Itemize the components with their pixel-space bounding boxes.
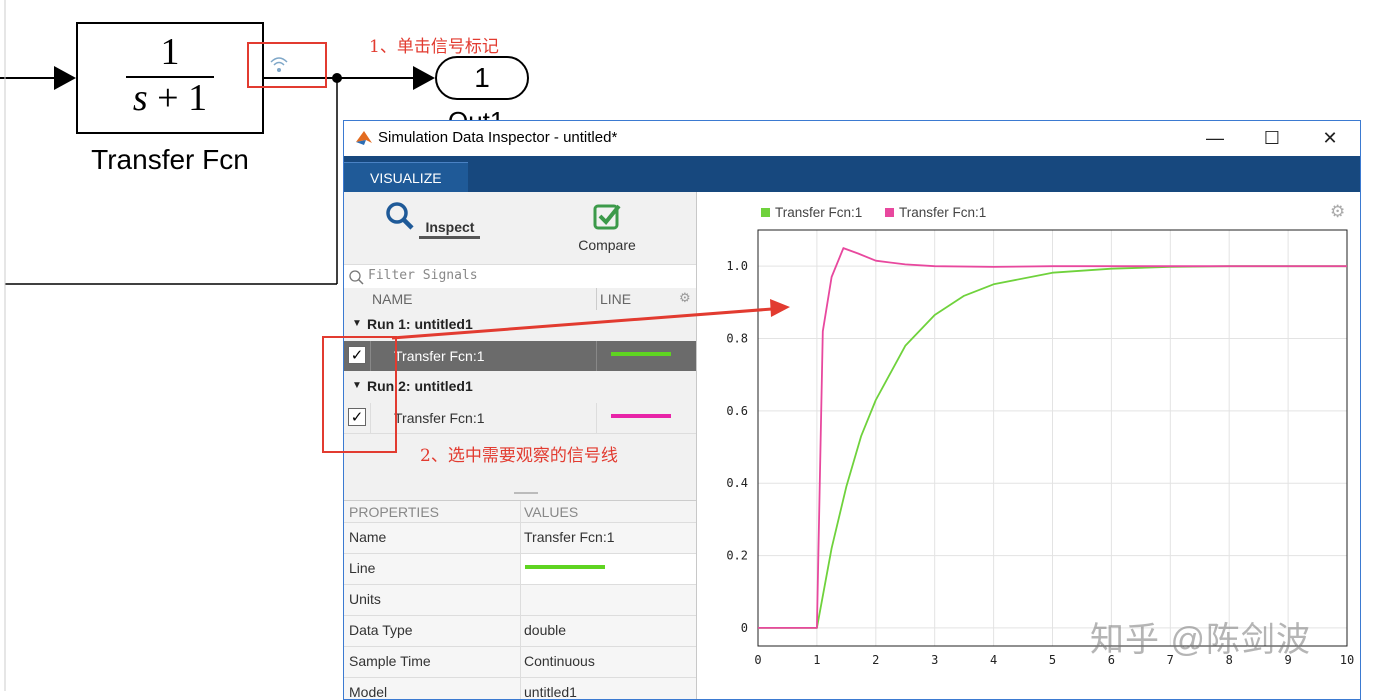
filter-placeholder: Filter Signals [368,268,478,283]
y-tick-label: 1.0 [726,259,748,273]
transfer-fcn-label: Transfer Fcn [91,144,249,175]
x-tick-label: 5 [1049,653,1056,667]
property-key: Line [349,560,376,576]
property-value: double [524,622,567,638]
col-line-header: LINE [600,291,632,307]
legend-label: Transfer Fcn:1 [775,205,862,220]
y-tick-label: 0.4 [726,476,748,490]
line-swatch-green [525,565,605,569]
signal-name: Transfer Fcn:1 [394,348,485,364]
properties-header: PROPERTIES VALUES [344,500,696,523]
col-name-header: NAME [372,291,413,307]
property-value: untitled1 [524,684,577,700]
x-tick-label: 10 [1340,653,1354,667]
x-tick-label: 4 [990,653,997,667]
run-label: Run 1: untitled1 [367,316,473,332]
signal-name: Transfer Fcn:1 [394,410,485,426]
outport-block[interactable]: 1 [435,56,529,100]
minimize-button[interactable]: — [1186,121,1244,155]
ribbon: VISUALIZE [344,156,1360,193]
filter-signals-input[interactable]: Filter Signals [344,264,696,289]
magnifier-icon [385,202,414,230]
annotation-box-signal-marker [247,42,327,88]
annotation-box-checkboxes [322,336,397,453]
plot-settings-gear-icon[interactable]: ⚙ [1330,202,1345,221]
property-row-name: Name Transfer Fcn:1 [344,522,696,553]
annotation-step2: 2、选中需要观察的信号线 [420,446,618,466]
property-key: Data Type [349,622,413,638]
property-row-model: Model untitled1 [344,677,696,700]
tab-visualize[interactable]: VISUALIZE [344,162,468,193]
property-row-sampletime: Sample Time Continuous [344,646,696,677]
legend-swatch [761,208,770,217]
compare-button[interactable]: Compare [547,200,667,256]
compare-label: Compare [578,237,636,253]
legend-swatch [885,208,894,217]
property-value: Continuous [524,653,595,669]
line-swatch-green [611,352,671,356]
y-tick-label: 0.6 [726,404,748,418]
inspect-label: Inspect [419,219,481,239]
y-tick-label: 0 [741,621,748,635]
property-key: Units [349,591,381,607]
window-title: Simulation Data Inspector - untitled* [378,129,618,146]
line-swatch-pink [611,414,671,418]
inspect-button[interactable]: Inspect [372,200,492,256]
property-key: Model [349,684,388,700]
y-tick-label: 0.8 [726,332,748,346]
y-tick-label: 0.2 [726,549,748,563]
checklist-icon [593,204,621,230]
collapse-triangle-icon: ▼ [352,318,362,329]
splitter-handle[interactable] [514,492,538,494]
title-bar: Simulation Data Inspector - untitled* — … [344,121,1360,155]
property-key: Sample Time [349,653,431,669]
watermark: 知乎 @陈剑波 [1090,621,1311,659]
search-icon [349,270,364,285]
x-tick-label: 2 [872,653,879,667]
transfer-fcn-block[interactable]: 1 s + 1 [76,22,264,134]
property-row-datatype: Data Type double [344,615,696,646]
matlab-logo-icon [356,131,372,145]
property-row-units: Units [344,584,696,615]
tf-numerator: 1 [160,31,180,73]
legend-label: Transfer Fcn:1 [899,205,986,220]
signal-table-header: NAME LINE ⚙ [344,288,696,311]
gear-icon[interactable]: ⚙ [679,290,691,306]
tf-denominator: s + 1 [132,77,208,119]
col-values-header: VALUES [524,504,579,520]
close-button[interactable]: ✕ [1301,121,1359,155]
property-value: Transfer Fcn:1 [524,529,615,545]
property-key: Name [349,529,387,545]
annotation-step1: 1、单击信号标记 [369,37,499,57]
property-row-line: Line [344,553,696,584]
x-tick-label: 1 [813,653,820,667]
x-tick-label: 0 [754,653,761,667]
property-line-swatch-cell[interactable] [521,554,696,584]
x-tick-label: 3 [931,653,938,667]
outport-number: 1 [474,62,490,93]
col-properties-header: PROPERTIES [349,504,439,520]
maximize-button[interactable]: ☐ [1243,121,1301,155]
